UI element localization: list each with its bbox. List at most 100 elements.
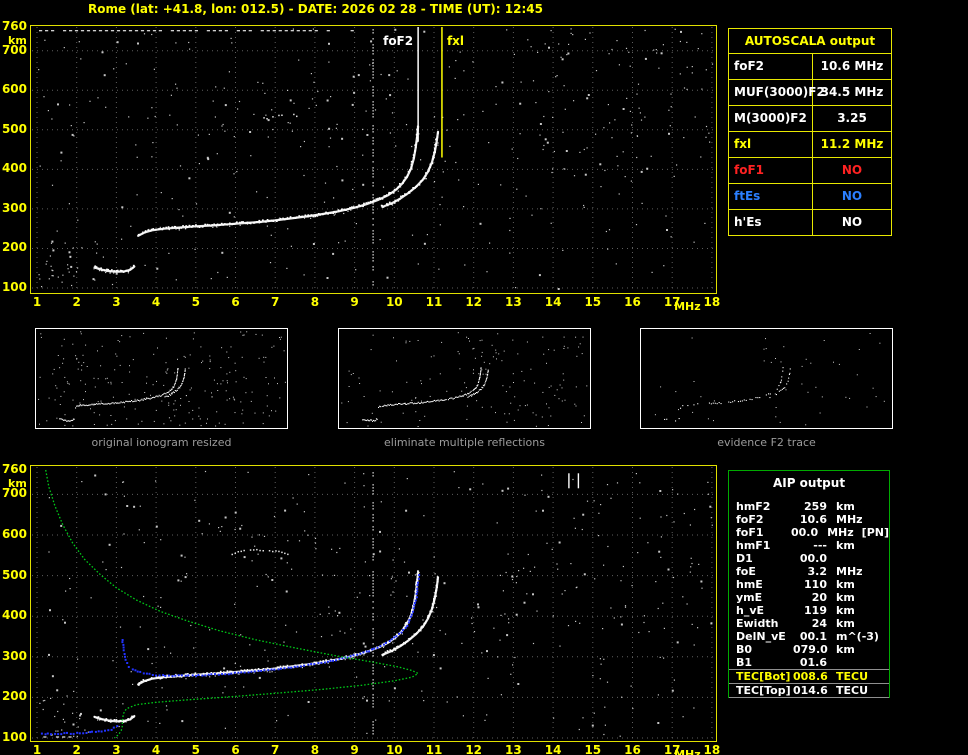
x-axis-tick-label: 1 xyxy=(32,743,42,755)
x-axis-tick-label: 3 xyxy=(112,295,121,309)
aip-row-value: 3.2 xyxy=(807,565,828,578)
autoscala-row-value: 3.25 xyxy=(837,111,867,125)
x-axis-tick-label: 13 xyxy=(505,743,522,755)
x-axis-tick-label: 7 xyxy=(271,295,280,309)
aip-row: D1 00.0 xyxy=(729,552,889,565)
aip-row-label: ymE xyxy=(736,591,763,604)
y-axis-tick-label: 400 xyxy=(1,161,27,176)
aip-row-label: Ewidth xyxy=(736,617,779,630)
autoscala-row: h'Es NO xyxy=(729,210,891,235)
y-axis-tick-label: 100 xyxy=(1,730,27,744)
aip-row-value: 24 xyxy=(811,617,827,630)
x-axis-tick-label: 6 xyxy=(231,743,240,755)
aip-row-value: 00.0 xyxy=(790,526,819,539)
autoscala-row-label: foF1 xyxy=(729,158,813,183)
x-axis-tick-label: 18 xyxy=(703,295,721,309)
y-axis-unit-label: km xyxy=(8,33,27,47)
autoscala-table-title: AUTOSCALA output xyxy=(729,29,891,54)
thumbnail-evidence-f2 xyxy=(640,328,893,429)
aip-row-label: hmE xyxy=(736,578,763,591)
aip-row-unit: km xyxy=(836,500,855,513)
aip-row: DelN_vE 00.1 m^(-3) xyxy=(729,630,889,643)
x-axis-tick-label: 2 xyxy=(72,295,81,309)
x-axis-unit-label: MHz xyxy=(674,300,701,313)
aip-table-title: AIP output xyxy=(772,476,846,490)
autoscala-row-label: M(3000)F2 xyxy=(729,106,813,131)
aip-row-label: hmF2 xyxy=(736,500,771,513)
y-axis-tick-label: 200 xyxy=(1,240,27,255)
aip-row-unit: km xyxy=(836,578,855,591)
aip-row-value: 008.6 xyxy=(793,670,828,683)
y-axis-tick-label: 500 xyxy=(1,121,27,136)
aip-row-unit: km xyxy=(836,604,855,617)
aip-row-unit: km xyxy=(836,539,855,552)
x-axis-tick-label: 11 xyxy=(425,295,443,309)
y-axis-tick-label: 200 xyxy=(1,689,27,704)
autoscala-row-value: NO xyxy=(841,215,863,229)
aip-row-value: 079.0 xyxy=(793,643,828,656)
x-axis-tick-label: 11 xyxy=(425,743,443,755)
aip-row-unit: MHz xyxy=(836,565,863,578)
y-axis-tick-label: 760 xyxy=(1,462,27,477)
x-axis-tick-label: 13 xyxy=(505,295,522,309)
header-title: Rome (lat: +41.8, lon: 012.5) - DATE: 20… xyxy=(88,2,543,16)
x-axis-unit-label: MHz xyxy=(674,748,701,755)
x-axis-tick-label: 16 xyxy=(624,743,641,755)
thumbnail-evidence-canvas xyxy=(654,333,885,426)
autoscala-row-label: ftEs xyxy=(729,184,813,209)
thumbnail-original-ionogram xyxy=(35,328,288,429)
aip-row-unit: km xyxy=(836,617,855,630)
aip-row: Ewidth 24 km xyxy=(729,617,889,630)
aip-row-value: 014.6 xyxy=(793,684,828,697)
autoscala-row: foF2 10.6 MHz xyxy=(729,54,891,80)
x-axis-tick-label: 4 xyxy=(151,743,161,755)
autoscala-row: ftEs NO xyxy=(729,184,891,210)
aip-row-value: 110 xyxy=(804,578,827,591)
x-axis-tick-label: 12 xyxy=(465,743,483,755)
autoscala-app-window: Rome (lat: +41.8, lon: 012.5) - DATE: 20… xyxy=(0,0,968,755)
aip-row-unit: TECU xyxy=(836,670,869,683)
aip-row: ymE 20 km xyxy=(729,591,889,604)
aip-row-label: TEC[Bot] xyxy=(736,670,791,683)
aip-row: h_vE 119 km xyxy=(729,604,889,617)
thumbnail-caption-eliminate: eliminate multiple reflections xyxy=(384,436,545,449)
aip-row-label: DelN_vE xyxy=(736,630,786,643)
y-axis-tick-label: 300 xyxy=(1,200,27,215)
autoscala-row-label: MUF(3000)F2 xyxy=(729,80,825,105)
aip-row: B0 079.0 km xyxy=(729,643,889,656)
bottom-ionogram-canvas xyxy=(30,465,717,742)
aip-output-table: AIP output hmF2 259 km foF2 10.6 MHz foF1 00.0 M… xyxy=(728,470,890,698)
autoscala-row: fxl 11.2 MHz xyxy=(729,132,891,158)
aip-row: hmF1 --- km xyxy=(729,539,889,552)
aip-row: foF1 00.0 MHz [PN] xyxy=(729,526,889,539)
aip-row-value: 259 xyxy=(804,500,827,513)
autoscala-row-label: h'Es xyxy=(729,210,813,235)
x-axis-tick-label: 14 xyxy=(544,743,562,755)
aip-row-label: hmF1 xyxy=(736,539,771,552)
y-axis-unit-label: km xyxy=(8,477,27,491)
autoscala-output-table: AUTOSCALA output foF2 10.6 MHz MUF(3000)F2… xyxy=(728,28,892,236)
aip-row-unit: km xyxy=(836,591,855,604)
aip-table-rows: hmF2 259 km foF2 10.6 MHz foF1 00.0 MHz [PN] hmF1-… xyxy=(729,500,889,698)
x-axis-tick-label: 6 xyxy=(231,295,240,309)
autoscala-table-rows: foF2 10.6 MHz MUF(3000)F2 34.5 MHz M(3000)F2… xyxy=(729,54,891,235)
x-axis-tick-label: 10 xyxy=(385,743,403,755)
x-axis-tick-label: 7 xyxy=(271,743,280,755)
aip-row-label: foF2 xyxy=(736,513,764,526)
aip-row-value: 00.0 xyxy=(799,552,827,565)
y-axis-tick-label: 500 xyxy=(1,567,27,582)
autoscala-row: foF1 NO xyxy=(729,158,891,184)
aip-row-label: B1 xyxy=(736,656,753,669)
aip-row: hmE 110 km xyxy=(729,578,889,591)
x-axis-tick-label: 2 xyxy=(72,743,81,755)
x-axis-tick-label: 9 xyxy=(350,295,359,309)
aip-row-value: 00.1 xyxy=(799,630,827,643)
thumbnail-eliminate-reflections xyxy=(338,328,591,429)
x-axis-tick-label: 14 xyxy=(544,295,562,309)
thumbnail-original-canvas xyxy=(38,331,286,427)
aip-row: foE 3.2 MHz xyxy=(729,565,889,578)
aip-row: hmF2 259 km xyxy=(729,500,889,513)
aip-row-unit: MHz xyxy=(827,526,854,539)
thumbnail-eliminate-canvas xyxy=(341,332,588,427)
aip-row-value: --- xyxy=(813,539,827,552)
